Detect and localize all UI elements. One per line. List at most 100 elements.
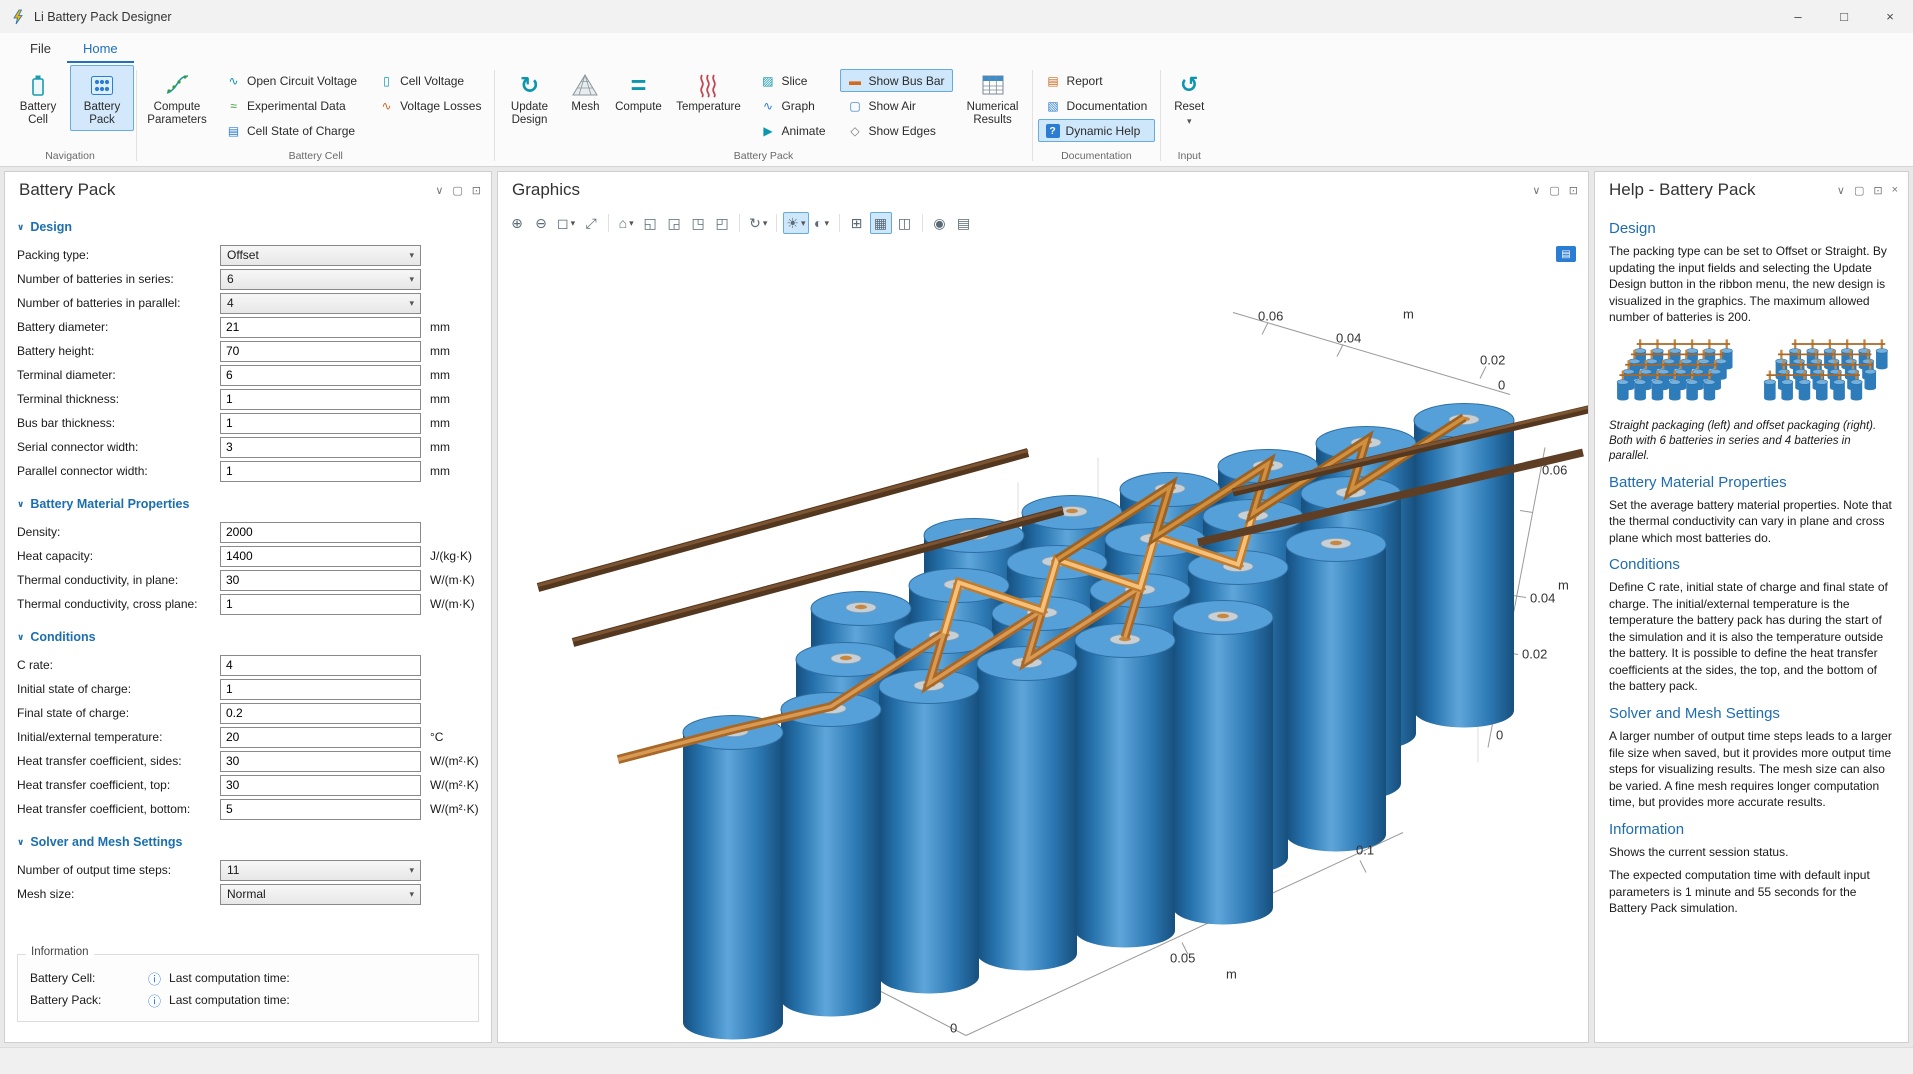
view-yz-button[interactable]: ◲ <box>663 212 685 234</box>
maximize-button[interactable]: □ <box>1821 0 1867 33</box>
parallel-count-select[interactable]: 4▾ <box>220 293 421 314</box>
htc-top-input[interactable] <box>220 775 421 796</box>
battery-pack-button[interactable]: Battery Pack <box>70 65 134 131</box>
section-conditions-header[interactable]: ∨Conditions <box>17 630 479 644</box>
form-row: Thermal conductivity, in plane:W/(m·K) <box>17 568 479 592</box>
axis-tick-label: 0.04 <box>1336 331 1361 346</box>
field-label: C rate: <box>17 658 220 672</box>
animate-button[interactable]: ▶Animate <box>752 119 833 142</box>
battery-cell-button[interactable]: Battery Cell <box>6 65 70 131</box>
report-button[interactable]: ▤Report <box>1038 69 1156 92</box>
initial-temperature-input[interactable] <box>220 727 421 748</box>
axis-tick-label: 0 <box>950 1021 957 1036</box>
zoom-extents-button[interactable]: ⤢ <box>580 212 602 234</box>
select-caret-icon: ▾ <box>409 250 414 261</box>
zoom-out-button[interactable]: ⊖ <box>530 212 552 234</box>
show-grid-button[interactable]: ▦ <box>870 212 892 234</box>
minimize-button[interactable]: – <box>1775 0 1821 33</box>
show-bus-bar-toggle[interactable]: ▬Show Bus Bar <box>840 69 953 92</box>
transparency-button[interactable]: ◐▾ <box>811 212 833 234</box>
thermal-conductivity-cross-plane-input[interactable] <box>220 594 421 615</box>
scene-light-button[interactable]: ☀▾ <box>783 212 808 234</box>
open-circuit-voltage-button[interactable]: ∿Open Circuit Voltage <box>218 69 365 92</box>
section-solver-header[interactable]: ∨Solver and Mesh Settings <box>17 835 479 849</box>
section-material-header[interactable]: ∨Battery Material Properties <box>17 497 479 511</box>
settings-float-icon[interactable]: ▢ <box>452 184 462 197</box>
zoom-in-button[interactable]: ⊕ <box>506 212 528 234</box>
packing-type-select[interactable]: Offset▾ <box>220 245 421 266</box>
axis-tick-label: 0.05 <box>1170 951 1195 966</box>
image-snapshot-button[interactable]: ◉ <box>929 212 951 234</box>
output-time-steps-select[interactable]: 11▾ <box>220 860 421 881</box>
serial-connector-width-input[interactable] <box>220 437 421 458</box>
reset-button[interactable]: ↺ Reset ▾ <box>1163 65 1215 131</box>
form-row: Terminal thickness:mm <box>17 387 479 411</box>
thermal-conductivity-in-plane-input[interactable] <box>220 570 421 591</box>
parallel-connector-width-input[interactable] <box>220 461 421 482</box>
battery-height-input[interactable] <box>220 341 421 362</box>
bus-bar-thickness-input[interactable] <box>220 413 421 434</box>
density-input[interactable] <box>220 522 421 543</box>
slice-button[interactable]: ▨Slice <box>752 69 833 92</box>
terminal-diameter-input[interactable] <box>220 365 421 386</box>
view-zx-button[interactable]: ◳ <box>687 212 709 234</box>
mesh-button[interactable]: Mesh <box>561 65 609 118</box>
battery-diameter-input[interactable] <box>220 317 421 338</box>
print-button[interactable]: ▤ <box>953 212 975 234</box>
cell-voltage-button[interactable]: ▯Cell Voltage <box>371 69 489 92</box>
graphics-context-icon[interactable]: ▤ <box>1556 246 1576 262</box>
menu-home-tab[interactable]: Home <box>67 35 134 63</box>
graphics-dock-icon[interactable]: ⊡ <box>1569 184 1578 197</box>
compute-button[interactable]: = Compute <box>609 65 667 118</box>
rotate-view-button[interactable]: ↻▾ <box>746 212 770 234</box>
go-to-default-view-button[interactable]: ⌂▾ <box>615 212 637 234</box>
graphics-collapse-icon[interactable]: ∨ <box>1532 184 1540 197</box>
ribbon: Battery Cell Battery Pack Navigation Com… <box>0 63 1913 167</box>
final-soc-input[interactable] <box>220 703 421 724</box>
show-air-toggle[interactable]: ▢Show Air <box>840 94 953 117</box>
heat-capacity-input[interactable] <box>220 546 421 567</box>
help-heading-information: Information <box>1609 821 1894 838</box>
experimental-data-button[interactable]: ≈Experimental Data <box>218 94 365 117</box>
compute-parameters-button[interactable]: Compute Parameters <box>139 65 215 131</box>
form-row: Heat transfer coefficient, sides:W/(m²·K… <box>17 749 479 773</box>
htc-sides-input[interactable] <box>220 751 421 772</box>
info-icon[interactable]: ⓘ <box>148 991 161 1010</box>
htc-bottom-input[interactable] <box>220 799 421 820</box>
dynamic-help-toggle[interactable]: ?Dynamic Help <box>1038 119 1156 142</box>
help-float-icon[interactable]: ▢ <box>1854 184 1864 197</box>
field-label: Serial connector width: <box>17 440 220 454</box>
close-button[interactable]: × <box>1867 0 1913 33</box>
series-count-select[interactable]: 6▾ <box>220 269 421 290</box>
zoom-box-button[interactable]: ◻▾ <box>554 212 578 234</box>
view-iso-button[interactable]: ◰ <box>711 212 733 234</box>
documentation-button[interactable]: ▧Documentation <box>1038 94 1156 117</box>
graphics-float-icon[interactable]: ▢ <box>1549 184 1559 197</box>
initial-soc-input[interactable] <box>220 679 421 700</box>
section-design-header[interactable]: ∨Design <box>17 220 479 234</box>
settings-collapse-icon[interactable]: ∨ <box>435 184 443 197</box>
split-view-button[interactable]: ◫ <box>894 212 916 234</box>
information-row: Battery Cell: ⓘ Last computation time: <box>30 967 466 989</box>
information-box: Information Battery Cell: ⓘ Last computa… <box>17 954 479 1022</box>
help-dock-icon[interactable]: ⊡ <box>1873 184 1882 197</box>
mesh-size-select[interactable]: Normal▾ <box>220 884 421 905</box>
menu-file-tab[interactable]: File <box>14 35 67 63</box>
graphics-canvas[interactable]: ▤ <box>498 238 1588 1042</box>
cell-state-of-charge-button[interactable]: ▤Cell State of Charge <box>218 119 365 142</box>
temperature-button[interactable]: Temperature <box>667 65 749 118</box>
numerical-results-button[interactable]: Numerical Results <box>956 65 1030 131</box>
help-collapse-icon[interactable]: ∨ <box>1837 184 1845 197</box>
terminal-thickness-input[interactable] <box>220 389 421 410</box>
graph-button[interactable]: ∿Graph <box>752 94 833 117</box>
voltage-losses-button[interactable]: ∿Voltage Losses <box>371 94 489 117</box>
info-icon[interactable]: ⓘ <box>148 969 161 988</box>
view-xy-button[interactable]: ◱ <box>639 212 661 234</box>
c-rate-input[interactable] <box>220 655 421 676</box>
help-close-icon[interactable]: × <box>1892 184 1898 196</box>
settings-dock-icon[interactable]: ⊡ <box>472 184 481 197</box>
show-edges-toggle[interactable]: ◇Show Edges <box>840 119 953 142</box>
copy-view-button[interactable]: ⊞ <box>846 212 868 234</box>
field-label: Thermal conductivity, cross plane: <box>17 597 220 611</box>
update-design-button[interactable]: ↻ Update Design <box>497 65 561 131</box>
